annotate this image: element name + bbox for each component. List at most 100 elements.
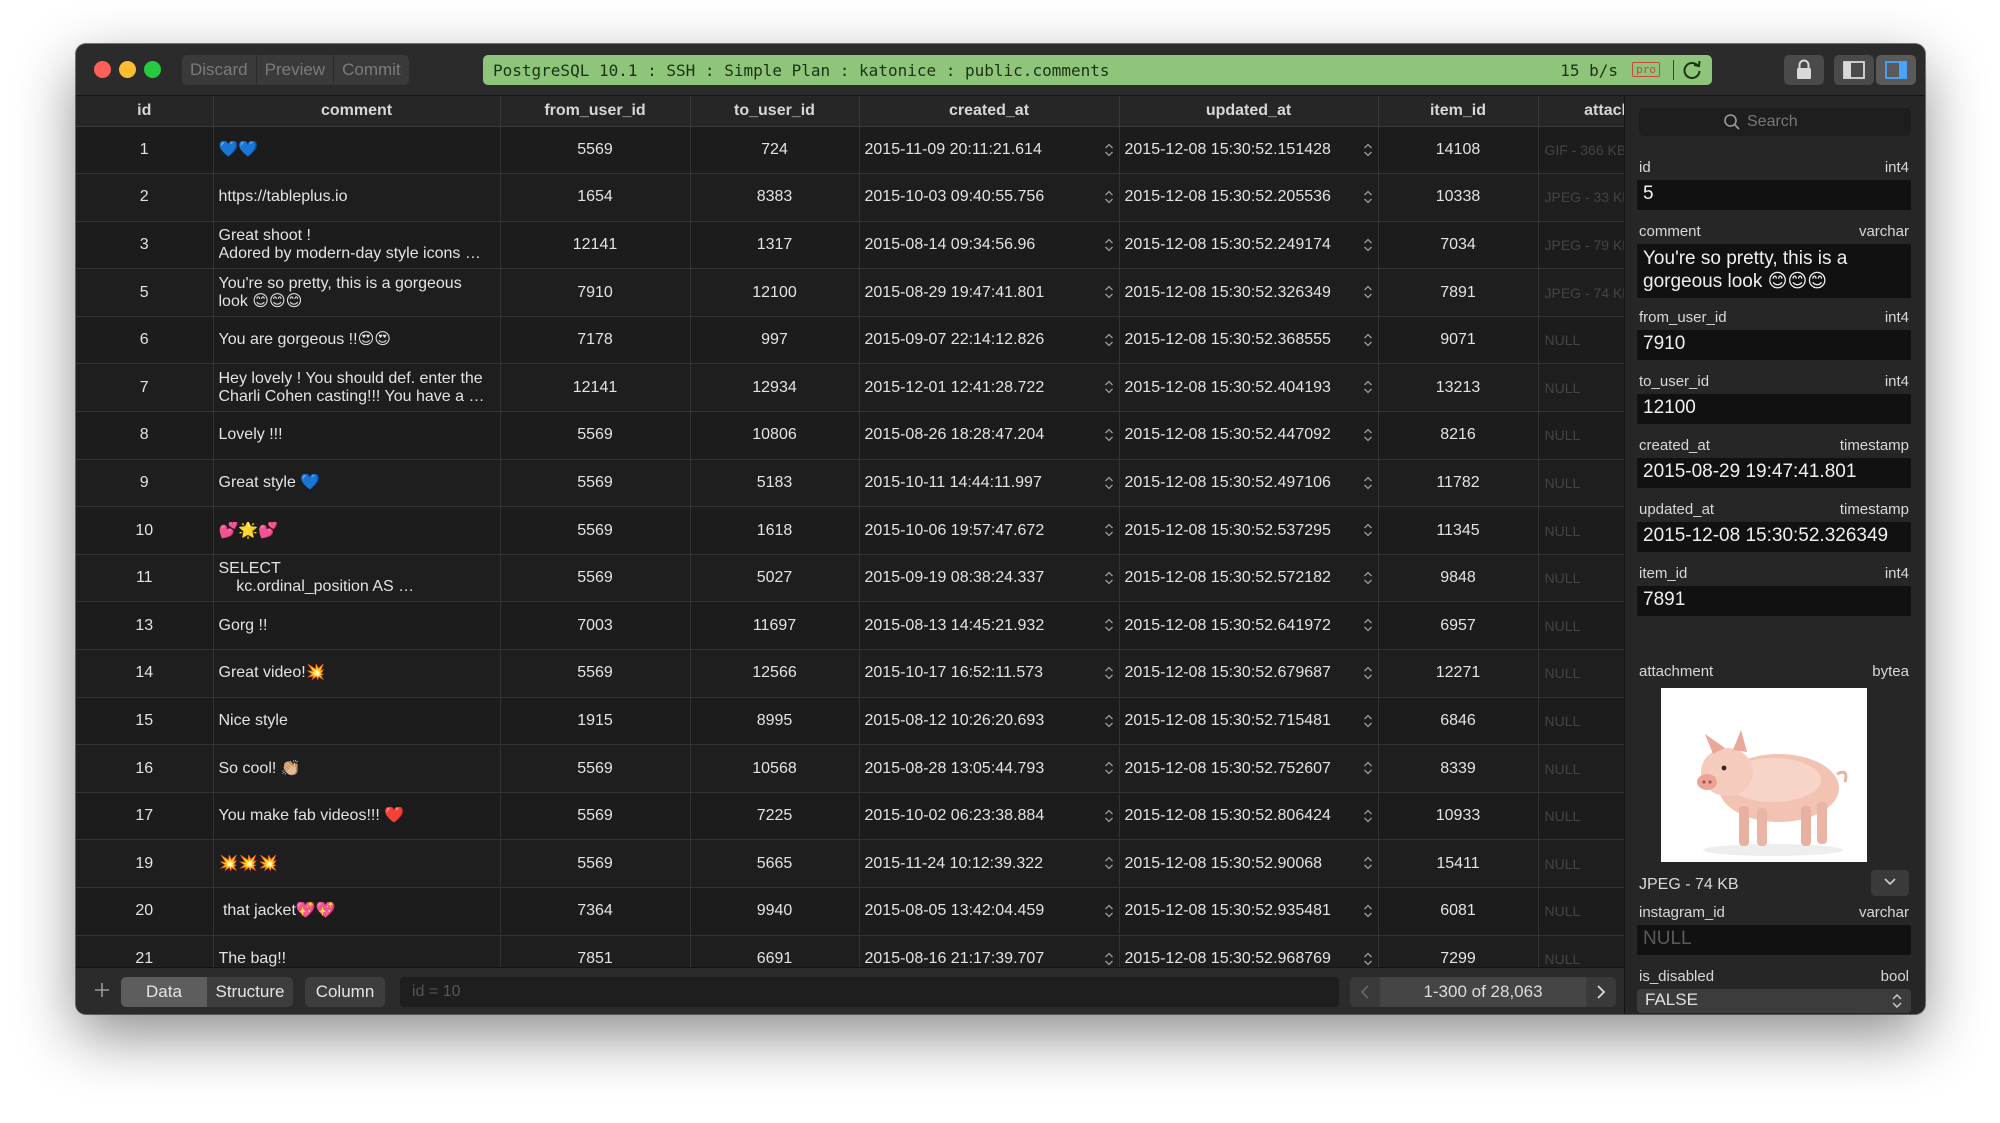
cell-attachment[interactable]: NULL: [1538, 363, 1624, 413]
cell-attachment[interactable]: NULL: [1538, 935, 1624, 967]
cell-to-user-id[interactable]: 12566: [690, 649, 860, 698]
stepper-updown-icon[interactable]: [1104, 902, 1114, 920]
stepper-updown-icon[interactable]: [1104, 712, 1114, 730]
cell-updated-at[interactable]: 2015-12-08 15:30:52.715481: [1119, 697, 1379, 746]
stepper-updown-icon[interactable]: [1104, 759, 1114, 777]
cell-created-at[interactable]: 2015-09-07 22:14:12.826: [859, 316, 1120, 365]
field-input-from-user-id[interactable]: 7910: [1637, 330, 1911, 360]
cell-from-user-id[interactable]: 12141: [500, 363, 691, 413]
cell-id[interactable]: 8: [76, 411, 214, 460]
stepper-updown-icon[interactable]: [1363, 950, 1373, 967]
filter-input[interactable]: [400, 977, 1339, 1007]
cell-attachment[interactable]: NULL: [1538, 554, 1624, 603]
stepper-updown-icon[interactable]: [1104, 426, 1114, 444]
column-header-created-at[interactable]: created_at: [859, 96, 1120, 127]
cell-id[interactable]: 2: [76, 173, 214, 222]
cell-comment[interactable]: You're so pretty, this is a gorgeous loo…: [213, 268, 501, 317]
cell-item-id[interactable]: 15411: [1378, 839, 1539, 888]
refresh-icon[interactable]: [1680, 58, 1704, 82]
table-row[interactable]: 2 https://tableplus.io 1654 8383 2015-10-03 …: [76, 173, 1624, 222]
field-input-comment[interactable]: You're so pretty, this is a gorgeous loo…: [1637, 244, 1911, 298]
cell-id[interactable]: 21: [76, 935, 214, 967]
stepper-updown-icon[interactable]: [1104, 664, 1114, 682]
table-row[interactable]: 7 Hey lovely ! You should def. enter the …: [76, 363, 1624, 413]
cell-updated-at[interactable]: 2015-12-08 15:30:52.537295: [1119, 506, 1379, 555]
cell-attachment[interactable]: GIF - 366 KB: [1538, 126, 1624, 175]
cell-attachment[interactable]: NULL: [1538, 506, 1624, 555]
cell-item-id[interactable]: 11345: [1378, 506, 1539, 555]
cell-item-id[interactable]: 9071: [1378, 316, 1539, 365]
cell-id[interactable]: 15: [76, 697, 214, 746]
tab-data[interactable]: Data: [121, 977, 207, 1007]
cell-updated-at[interactable]: 2015-12-08 15:30:52.968769: [1119, 935, 1379, 967]
stepper-updown-icon[interactable]: [1104, 950, 1114, 967]
cell-updated-at[interactable]: 2015-12-08 15:30:52.205536: [1119, 173, 1379, 222]
table-row[interactable]: 3 Great shoot ! Adored by modern-day styl…: [76, 221, 1624, 270]
attachment-options-button[interactable]: [1871, 870, 1909, 896]
cell-updated-at[interactable]: 2015-12-08 15:30:52.935481: [1119, 887, 1379, 936]
field-input-item-id[interactable]: 7891: [1637, 586, 1911, 616]
cell-comment[interactable]: 💥💥💥: [213, 839, 501, 888]
cell-comment[interactable]: Nice style: [213, 697, 501, 746]
stepper-updown-icon[interactable]: [1104, 331, 1114, 349]
cell-from-user-id[interactable]: 7851: [500, 935, 691, 967]
cell-updated-at[interactable]: 2015-12-08 15:30:52.641972: [1119, 601, 1379, 651]
cell-created-at[interactable]: 2015-11-09 20:11:21.614: [859, 126, 1120, 175]
cell-to-user-id[interactable]: 1618: [690, 506, 860, 555]
cell-from-user-id[interactable]: 5569: [500, 506, 691, 555]
stepper-updown-icon[interactable]: [1104, 474, 1114, 492]
cell-id[interactable]: 17: [76, 792, 214, 841]
cell-created-at[interactable]: 2015-10-06 19:57:47.672: [859, 506, 1120, 555]
minimize-window-button[interactable]: [119, 61, 136, 78]
stepper-updown-icon[interactable]: [1363, 902, 1373, 920]
field-input-to-user-id[interactable]: 12100: [1637, 394, 1911, 424]
cell-updated-at[interactable]: 2015-12-08 15:30:52.249174: [1119, 221, 1379, 270]
cell-id[interactable]: 1: [76, 126, 214, 175]
cell-attachment[interactable]: NULL: [1538, 459, 1624, 508]
cell-to-user-id[interactable]: 10568: [690, 744, 860, 793]
cell-item-id[interactable]: 6846: [1378, 697, 1539, 746]
cell-created-at[interactable]: 2015-08-12 10:26:20.693: [859, 697, 1120, 746]
cell-updated-at[interactable]: 2015-12-08 15:30:52.404193: [1119, 363, 1379, 413]
cell-item-id[interactable]: 6957: [1378, 601, 1539, 651]
cell-updated-at[interactable]: 2015-12-08 15:30:52.368555: [1119, 316, 1379, 365]
stepper-updown-icon[interactable]: [1363, 664, 1373, 682]
cell-attachment[interactable]: NULL: [1538, 887, 1624, 936]
cell-comment[interactable]: https://tableplus.io: [213, 173, 501, 222]
cell-comment[interactable]: 💙💙: [213, 126, 501, 175]
cell-created-at[interactable]: 2015-08-28 13:05:44.793: [859, 744, 1120, 793]
cell-attachment[interactable]: NULL: [1538, 744, 1624, 793]
cell-attachment[interactable]: NULL: [1538, 839, 1624, 888]
add-row-icon[interactable]: [90, 978, 114, 1002]
field-input-updated-at[interactable]: 2015-12-08 15:30:52.326349: [1637, 522, 1911, 552]
cell-updated-at[interactable]: 2015-12-08 15:30:52.90068: [1119, 839, 1379, 888]
cell-from-user-id[interactable]: 5569: [500, 839, 691, 888]
stepper-updown-icon[interactable]: [1104, 236, 1114, 254]
cell-from-user-id[interactable]: 1654: [500, 173, 691, 222]
cell-to-user-id[interactable]: 8995: [690, 697, 860, 746]
stepper-updown-icon[interactable]: [1104, 378, 1114, 396]
table-row[interactable]: 21 The bag!! 7851 6691 2015-08-16 21:17:39.7…: [76, 935, 1624, 967]
cell-from-user-id[interactable]: 5569: [500, 459, 691, 508]
close-window-button[interactable]: [94, 61, 111, 78]
column-header-item-id[interactable]: item_id: [1378, 96, 1539, 127]
cell-id[interactable]: 5: [76, 268, 214, 317]
cell-item-id[interactable]: 7034: [1378, 221, 1539, 270]
cell-from-user-id[interactable]: 7910: [500, 268, 691, 317]
cell-item-id[interactable]: 14108: [1378, 126, 1539, 175]
stepper-updown-icon[interactable]: [1104, 854, 1114, 872]
previous-page-icon[interactable]: [1350, 977, 1380, 1007]
toggle-right-pane-button[interactable]: [1876, 55, 1916, 85]
cell-attachment[interactable]: NULL: [1538, 649, 1624, 698]
zoom-window-button[interactable]: [144, 61, 161, 78]
cell-item-id[interactable]: 6081: [1378, 887, 1539, 936]
cell-from-user-id[interactable]: 1915: [500, 697, 691, 746]
cell-created-at[interactable]: 2015-08-05 13:42:04.459: [859, 887, 1120, 936]
cell-updated-at[interactable]: 2015-12-08 15:30:52.752607: [1119, 744, 1379, 793]
cell-attachment[interactable]: NULL: [1538, 697, 1624, 746]
cell-to-user-id[interactable]: 5027: [690, 554, 860, 603]
cell-comment[interactable]: The bag!!: [213, 935, 501, 967]
cell-item-id[interactable]: 11782: [1378, 459, 1539, 508]
cell-item-id[interactable]: 10933: [1378, 792, 1539, 841]
table-row[interactable]: 13 Gorg !! 7003 11697 2015-08-13 14:45:21.93…: [76, 601, 1624, 651]
